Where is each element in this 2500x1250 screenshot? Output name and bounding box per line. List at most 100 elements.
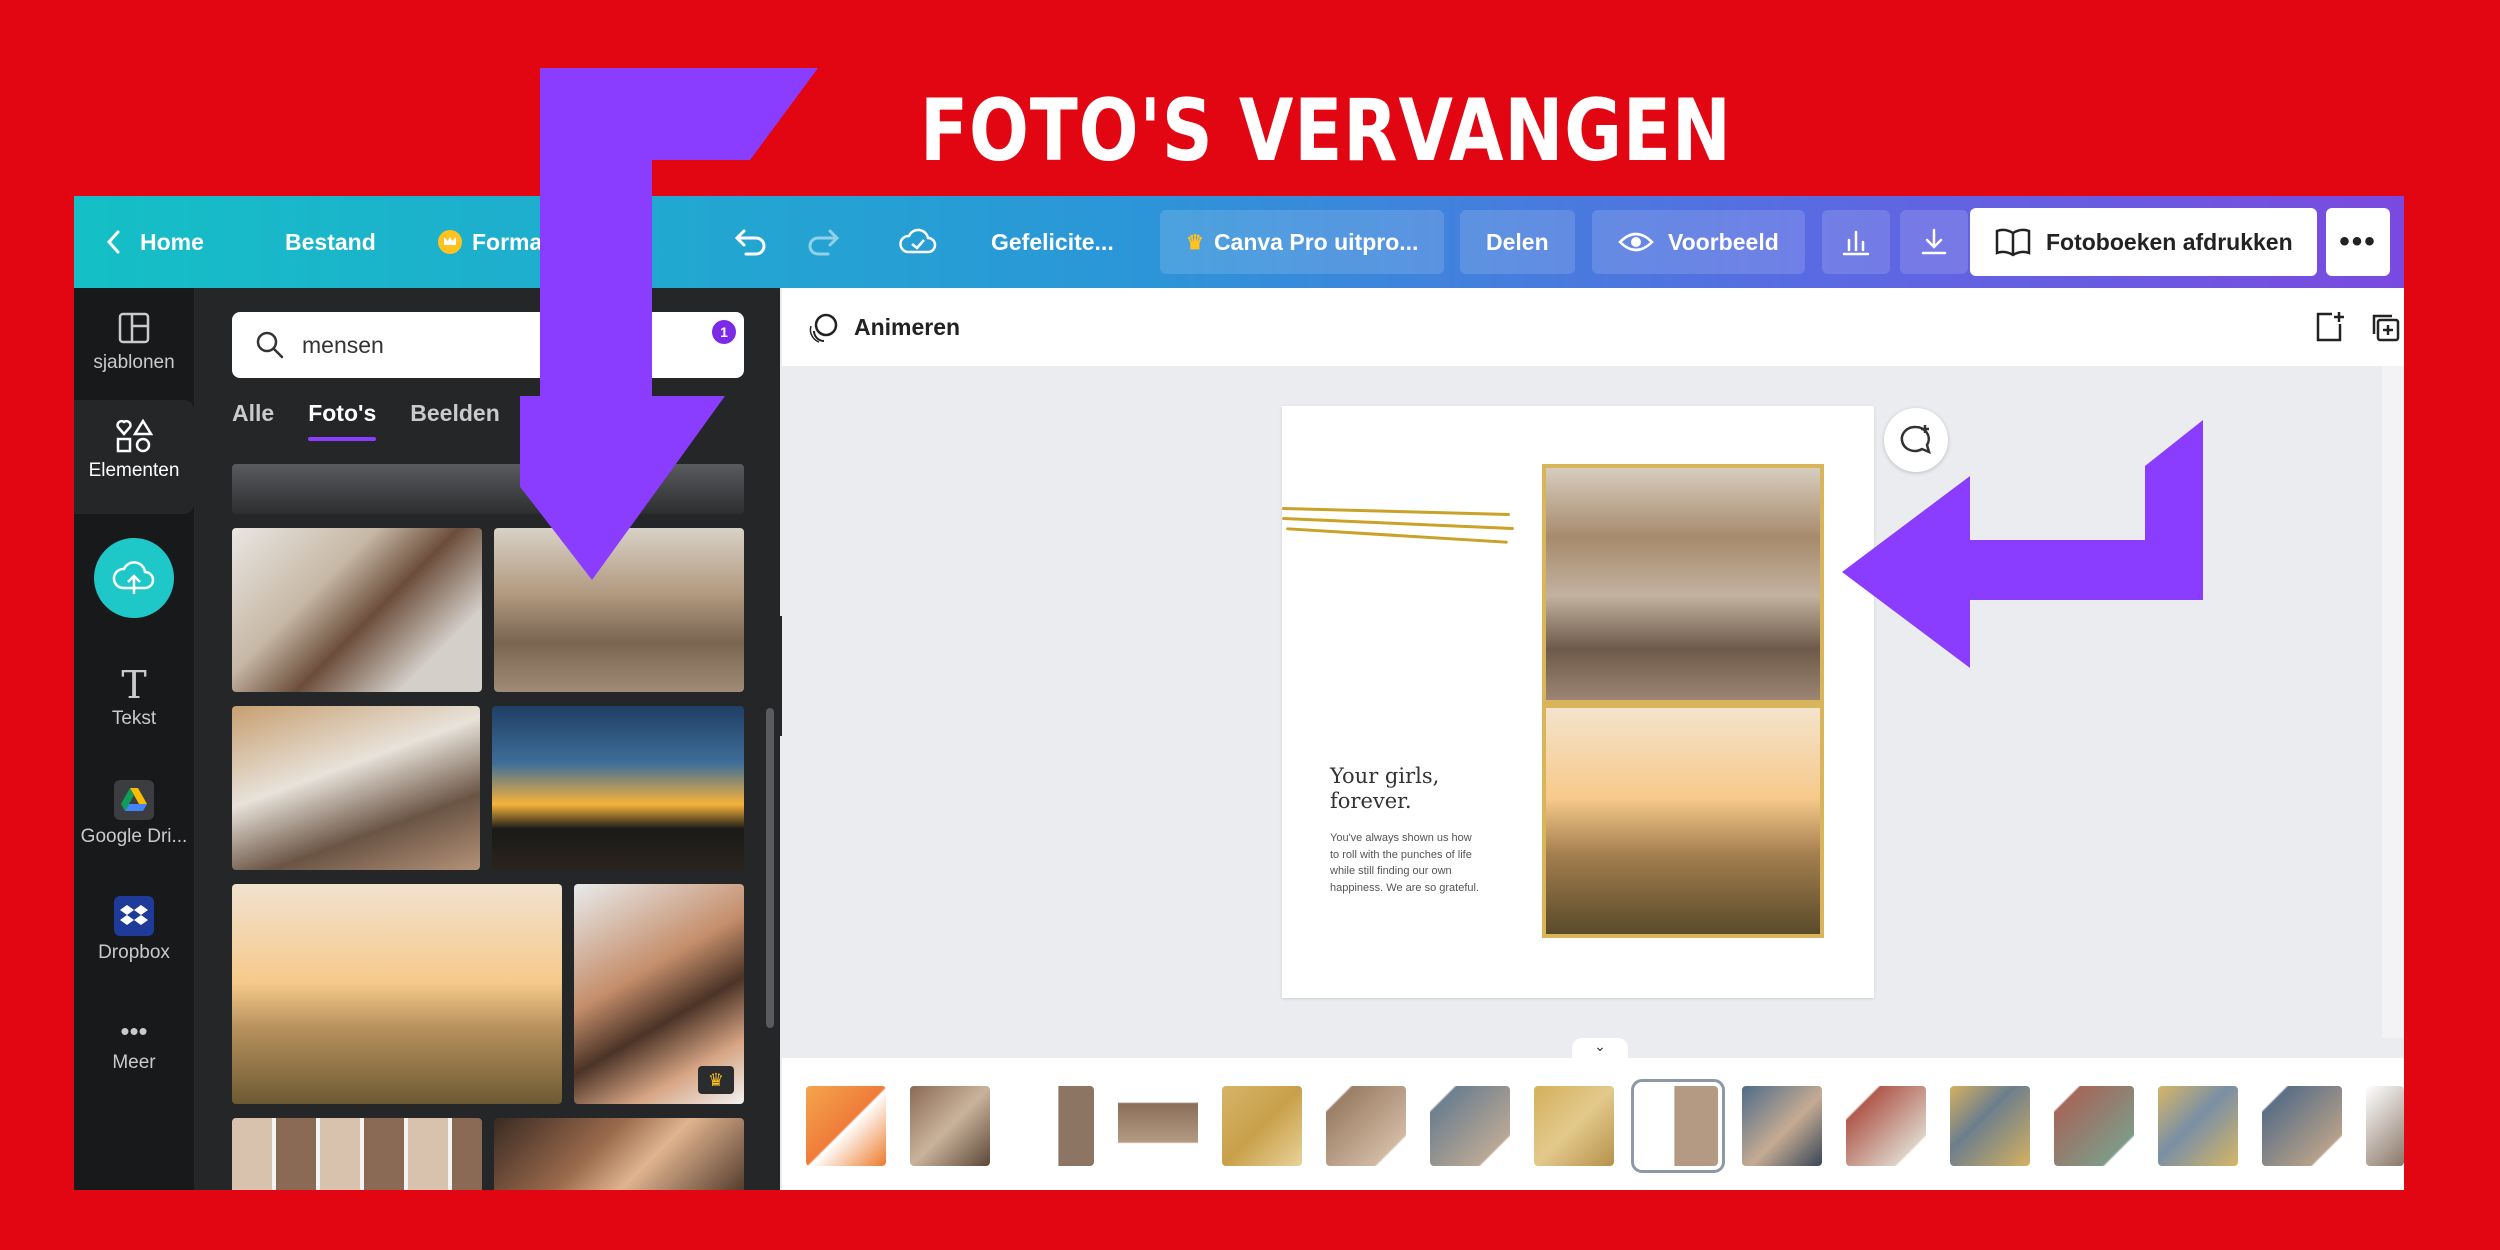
headline: FOTO'S VERVANGEN: [920, 81, 1732, 181]
photo-frame-top[interactable]: [1542, 464, 1824, 704]
arrow-left-annotation: [1842, 420, 2203, 668]
book-icon: [1995, 228, 2031, 257]
print-photobooks-label: Fotoboeken afdrukken: [2046, 228, 2293, 255]
more-dots-icon: •••: [120, 1016, 148, 1046]
page-thumbnail[interactable]: [2262, 1086, 2342, 1166]
side-navigation: sjablonen Elementen T Tekst Google Dri..…: [74, 288, 194, 1190]
rail-label-text: Tekst: [111, 708, 157, 729]
photo-result[interactable]: [232, 528, 482, 692]
duplicate-page-button[interactable]: [2368, 310, 2402, 350]
page-thumbnail[interactable]: [1430, 1086, 1510, 1166]
design-page[interactable]: Your girls, forever. You've always shown…: [1281, 406, 1874, 998]
page-thumbnail[interactable]: [910, 1086, 990, 1166]
design-title[interactable]: Gefelicite...: [991, 210, 1114, 274]
vertical-scrollbar[interactable]: [2382, 366, 2404, 1038]
add-page-icon: [2316, 312, 2344, 342]
print-photobooks-button[interactable]: Fotoboeken afdrukken: [1970, 208, 2317, 276]
eye-icon: [1618, 232, 1654, 252]
download-icon: [1921, 228, 1947, 255]
page-thumbnail[interactable]: [2366, 1086, 2404, 1166]
canva-pro-label: Canva Pro uitpro...: [1213, 228, 1419, 255]
animate-button[interactable]: Animeren: [806, 309, 960, 345]
rail-label-elements: Elementen: [88, 460, 180, 481]
shapes-icon: [116, 418, 154, 453]
gold-brush-stroke: [1281, 507, 1511, 516]
tab-graphics[interactable]: Beelden: [410, 400, 499, 441]
upload-button[interactable]: [94, 538, 174, 618]
page-thumbnail-selected[interactable]: [1631, 1079, 1725, 1173]
search-icon: [256, 331, 284, 359]
home-button[interactable]: Home: [104, 210, 204, 274]
page-thumbnail[interactable]: [1014, 1086, 1094, 1166]
add-page-button[interactable]: [2312, 310, 2346, 350]
page-thumbnail[interactable]: [2054, 1086, 2134, 1166]
page-body-text[interactable]: You've always shown us how to roll with …: [1330, 830, 1510, 896]
crown-icon: [438, 230, 462, 254]
rail-item-more[interactable]: ••• Meer: [74, 1018, 194, 1074]
page-thumbnail[interactable]: [1534, 1086, 1614, 1166]
page-thumbnail[interactable]: [806, 1086, 886, 1166]
page-thumbnail[interactable]: [2158, 1086, 2238, 1166]
premium-crown-icon: ♛: [698, 1066, 734, 1094]
preview-label: Voorbeeld: [1668, 228, 1779, 255]
animate-label: Animeren: [854, 313, 961, 340]
canva-editor-window: Home Bestand Formaat wijzi Gefelicite...…: [74, 196, 2404, 1190]
photo-result[interactable]: ♛: [574, 884, 744, 1104]
page-thumbnail[interactable]: [1118, 1086, 1198, 1166]
preview-button[interactable]: Voorbeeld: [1592, 210, 1805, 274]
rail-item-text[interactable]: T Tekst: [74, 666, 194, 730]
panel-scrollbar[interactable]: [766, 708, 774, 1028]
layout-icon: [118, 312, 150, 344]
photo-frame-bottom[interactable]: [1542, 704, 1824, 938]
download-button[interactable]: [1900, 210, 1968, 274]
rail-label-google-drive: Google Dri...: [80, 826, 188, 847]
top-toolbar: Home Bestand Formaat wijzi Gefelicite...…: [74, 196, 2404, 288]
text-icon: T: [121, 663, 147, 707]
photo-result[interactable]: [492, 706, 744, 870]
tab-all[interactable]: Alle: [232, 400, 274, 441]
google-drive-icon: [114, 780, 154, 820]
photo-result[interactable]: [232, 884, 562, 1104]
editor-toolbar: Animeren: [782, 288, 2404, 366]
photo-result[interactable]: [232, 706, 480, 870]
page-thumbnail[interactable]: [1222, 1086, 1302, 1166]
arrow-down-annotation: [520, 68, 818, 580]
share-label: Delen: [1486, 228, 1549, 255]
page-thumbnail[interactable]: [1742, 1086, 1822, 1166]
page-thumbnail[interactable]: [1326, 1086, 1406, 1166]
duplicate-icon: [2372, 314, 2400, 342]
rail-item-templates[interactable]: sjablonen: [74, 310, 194, 374]
insights-button[interactable]: [1822, 210, 1890, 274]
crown-icon: ♛: [1186, 231, 1204, 254]
tab-photos[interactable]: Foto's: [308, 400, 377, 441]
page-heading[interactable]: Your girls, forever.: [1330, 764, 1439, 814]
dropbox-icon: [114, 896, 154, 936]
cloud-upload-icon: [112, 561, 155, 594]
cloud-saved-button[interactable]: [898, 210, 938, 274]
file-menu-label: Bestand: [285, 228, 376, 255]
rail-label-templates: sjablonen: [93, 352, 175, 373]
bar-chart-icon: [1842, 230, 1870, 256]
photo-result[interactable]: [494, 1118, 744, 1190]
more-options-button[interactable]: •••: [2326, 208, 2390, 276]
horizontal-scrollbar[interactable]: ⌄: [782, 1038, 2404, 1058]
file-menu-button[interactable]: Bestand: [285, 210, 376, 274]
share-button[interactable]: Delen: [1460, 210, 1575, 274]
page-thumbnail[interactable]: [1950, 1086, 2030, 1166]
cloud-check-icon: [899, 228, 937, 254]
chevron-left-icon: [106, 230, 120, 254]
rail-item-dropbox[interactable]: Dropbox: [74, 896, 194, 964]
photo-result[interactable]: [232, 1118, 482, 1190]
more-icon: •••: [2339, 225, 2377, 258]
rail-item-google-drive[interactable]: Google Dri...: [74, 780, 194, 848]
home-label: Home: [140, 228, 204, 255]
canva-pro-button[interactable]: ♛ Canva Pro uitpro...: [1160, 210, 1445, 274]
rail-item-elements[interactable]: Elementen: [74, 400, 194, 514]
rail-label-dropbox: Dropbox: [98, 942, 170, 963]
gold-brush-stroke: [1282, 516, 1514, 531]
page-thumbnail[interactable]: [1846, 1086, 1926, 1166]
rail-label-more: Meer: [112, 1052, 156, 1073]
panel-tabs: Alle Foto's Beelden: [232, 400, 500, 441]
page-filmstrip: [782, 1058, 2404, 1190]
chevron-down-icon[interactable]: ⌄: [1572, 1038, 1628, 1058]
